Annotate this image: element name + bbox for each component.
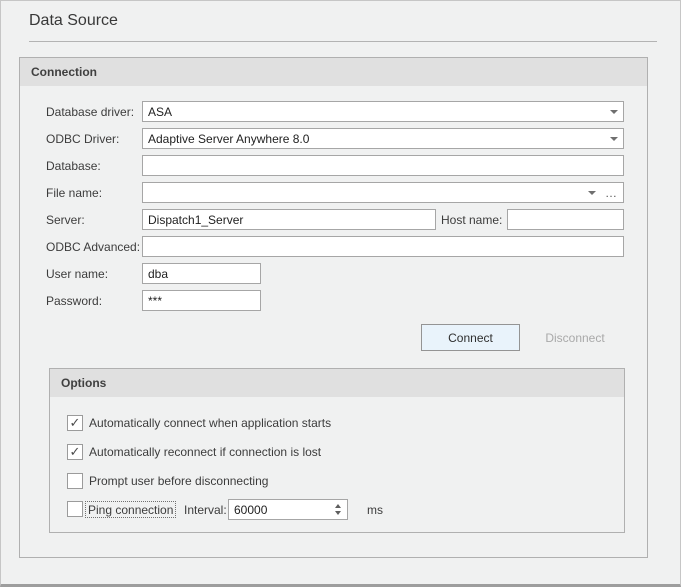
server-input[interactable] bbox=[142, 209, 436, 230]
user-name-label: User name: bbox=[46, 263, 108, 284]
connection-group-header: Connection bbox=[20, 58, 647, 86]
interval-unit-label: ms bbox=[367, 499, 383, 520]
host-name-label: Host name: bbox=[441, 209, 502, 230]
database-input[interactable] bbox=[142, 155, 624, 176]
odbc-advanced-input[interactable] bbox=[142, 236, 624, 257]
host-name-input[interactable] bbox=[507, 209, 624, 230]
browse-ellipsis-button[interactable]: … bbox=[605, 189, 618, 197]
database-driver-combobox[interactable]: ASA bbox=[142, 101, 624, 122]
data-source-panel: Data Source Connection Database driver: … bbox=[0, 0, 681, 587]
dropdown-arrow-icon[interactable] bbox=[610, 137, 618, 141]
checkbox-auto-reconnect-label[interactable]: Automatically reconnect if connection is… bbox=[89, 444, 321, 460]
checkbox-prompt-disconnect-label[interactable]: Prompt user before disconnecting bbox=[89, 473, 268, 489]
server-label: Server: bbox=[46, 209, 85, 230]
spinner-up-icon[interactable] bbox=[335, 504, 341, 508]
checkbox-ping-connection[interactable] bbox=[67, 501, 83, 517]
dropdown-arrow-icon[interactable] bbox=[610, 110, 618, 114]
interval-spinbox[interactable]: 60000 bbox=[228, 499, 348, 520]
database-driver-label: Database driver: bbox=[46, 101, 134, 122]
check-icon: ✓ bbox=[70, 445, 81, 458]
checkbox-auto-connect[interactable]: ✓ bbox=[67, 415, 83, 431]
odbc-advanced-label: ODBC Advanced: bbox=[46, 236, 140, 257]
spinner-control bbox=[331, 504, 345, 515]
password-input[interactable] bbox=[142, 290, 261, 311]
file-name-label: File name: bbox=[46, 182, 102, 203]
title-divider bbox=[29, 41, 657, 42]
user-name-input[interactable] bbox=[142, 263, 261, 284]
password-label: Password: bbox=[46, 290, 102, 311]
checkbox-auto-connect-label[interactable]: Automatically connect when application s… bbox=[89, 415, 331, 431]
disconnect-button[interactable]: Disconnect bbox=[525, 324, 625, 351]
page-title: Data Source bbox=[29, 12, 118, 30]
odbc-driver-label: ODBC Driver: bbox=[46, 128, 119, 149]
odbc-driver-combobox[interactable]: Adaptive Server Anywhere 8.0 bbox=[142, 128, 624, 149]
checkbox-prompt-disconnect[interactable] bbox=[67, 473, 83, 489]
connect-button[interactable]: Connect bbox=[421, 324, 520, 351]
interval-value: 60000 bbox=[234, 503, 331, 517]
interval-label: Interval: bbox=[184, 499, 227, 520]
database-label: Database: bbox=[46, 155, 101, 176]
odbc-driver-value: Adaptive Server Anywhere 8.0 bbox=[148, 132, 606, 146]
database-driver-value: ASA bbox=[148, 105, 606, 119]
file-name-combobox[interactable]: … bbox=[142, 182, 624, 203]
check-icon: ✓ bbox=[70, 416, 81, 429]
checkbox-ping-connection-label[interactable]: Ping connection bbox=[85, 501, 176, 518]
checkbox-auto-reconnect[interactable]: ✓ bbox=[67, 444, 83, 460]
dropdown-arrow-icon[interactable] bbox=[588, 191, 596, 195]
options-group-header: Options bbox=[50, 369, 624, 397]
spinner-down-icon[interactable] bbox=[335, 511, 341, 515]
